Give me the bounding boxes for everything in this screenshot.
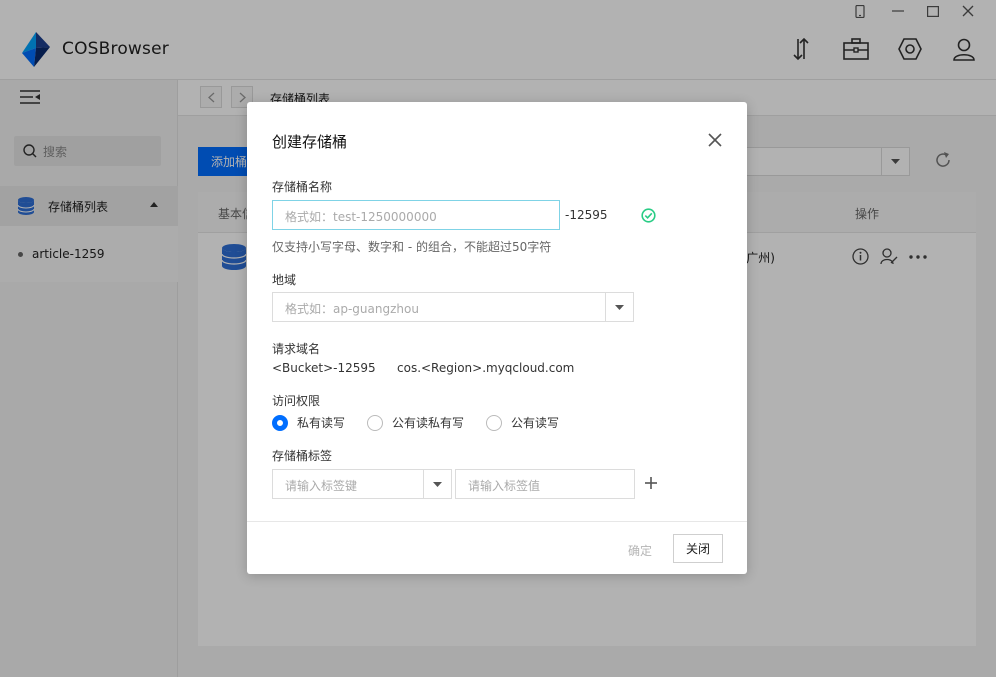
access-radio-group: 私有读写 公有读私有写 公有读写 xyxy=(272,414,581,431)
dialog-title: 创建存储桶 xyxy=(272,133,348,151)
radio-checked-icon xyxy=(272,414,288,431)
dialog-footer: 确定 关闭 xyxy=(247,521,747,574)
tags-label: 存储桶标签 xyxy=(272,449,333,463)
radio-private-rw[interactable]: 私有读写 xyxy=(272,414,345,431)
tag-value-input[interactable]: 请输入标签值 xyxy=(455,469,635,499)
radio-unchecked-icon xyxy=(486,414,503,431)
create-bucket-dialog: 创建存储桶 存储桶名称 格式如：test-1250000000 -12595 仅… xyxy=(247,102,747,574)
radio-label: 私有读写 xyxy=(297,416,346,430)
radio-public-rw[interactable]: 公有读写 xyxy=(486,414,559,431)
check-circle-icon xyxy=(641,208,656,223)
domain-bucket-part: <Bucket>-12595 xyxy=(272,361,376,375)
bucket-name-input[interactable]: 格式如：test-1250000000 xyxy=(272,200,560,230)
domain-region-part: cos.<Region>.myqcloud.com xyxy=(397,361,575,375)
access-label: 访问权限 xyxy=(272,394,321,408)
region-placeholder: 格式如：ap-guangzhou xyxy=(285,302,419,316)
bucket-name-label: 存储桶名称 xyxy=(272,180,333,194)
region-label: 地域 xyxy=(272,273,297,287)
close-button[interactable]: 关闭 xyxy=(673,534,723,563)
confirm-button[interactable]: 确定 xyxy=(628,542,652,559)
radio-unchecked-icon xyxy=(367,414,384,431)
bucket-name-suffix: -12595 xyxy=(565,208,608,222)
dropdown-arrow-icon xyxy=(605,293,633,321)
domain-label: 请求域名 xyxy=(272,342,321,356)
radio-public-r-private-w[interactable]: 公有读私有写 xyxy=(367,414,464,431)
tag-key-placeholder: 请输入标签键 xyxy=(285,479,358,493)
tag-value-placeholder: 请输入标签值 xyxy=(468,479,541,493)
dropdown-arrow-icon xyxy=(423,470,451,498)
radio-label: 公有读私有写 xyxy=(392,416,465,430)
radio-label: 公有读写 xyxy=(511,416,560,430)
tag-key-select[interactable]: 请输入标签键 xyxy=(272,469,452,499)
region-select[interactable]: 格式如：ap-guangzhou xyxy=(272,292,634,322)
bucket-name-hint: 仅支持小写字母、数字和 - 的组合，不能超过50字符 xyxy=(272,240,552,254)
bucket-name-placeholder: 格式如：test-1250000000 xyxy=(285,210,437,224)
add-tag-icon[interactable] xyxy=(644,476,658,490)
close-icon[interactable] xyxy=(707,132,723,148)
